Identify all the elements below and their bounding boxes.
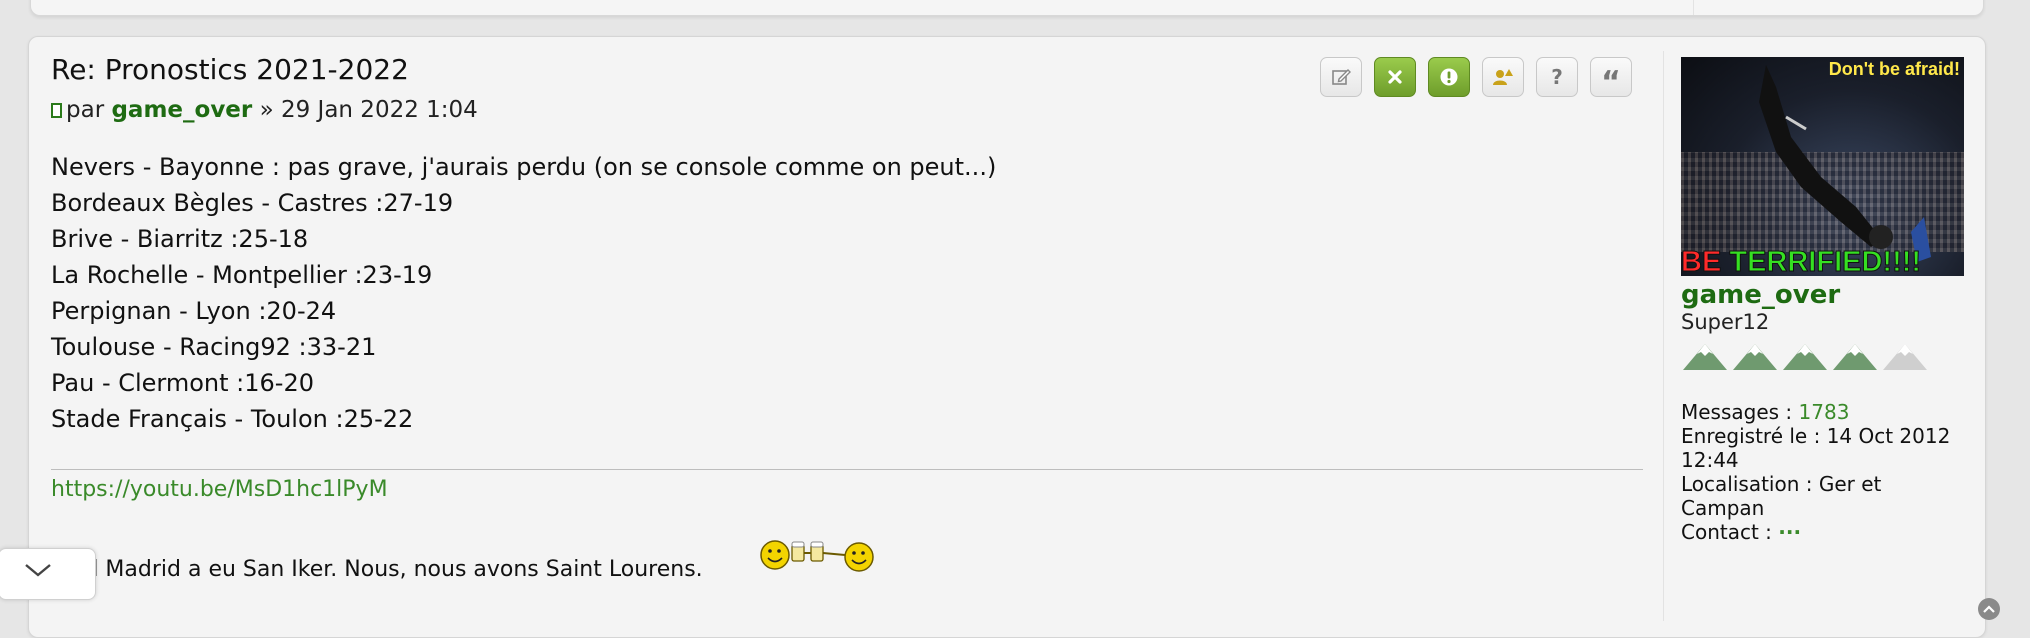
post-actions: ? “: [1320, 57, 1632, 100]
content-line: Bordeaux Bègles - Castres :27-19: [51, 189, 454, 217]
messages-label: Messages :: [1681, 400, 1793, 424]
post-profile-divider: [1663, 51, 1664, 621]
delete-post-button[interactable]: [1374, 57, 1416, 97]
content-line: Toulouse - Racing92 :33-21: [51, 333, 377, 361]
content-line: La Rochelle - Montpellier :23-19: [51, 261, 433, 289]
rank-mountains-icon: [1681, 342, 1971, 372]
x-icon: [1388, 70, 1402, 84]
stat-location: Localisation : Ger et Campan: [1681, 472, 1971, 520]
forum-post: Re: Pronostics 2021-2022 par game_over »…: [28, 36, 2000, 638]
question-icon: ?: [1551, 65, 1563, 89]
profile-stats: Messages : 1783 Enregistré le : 14 Oct 2…: [1681, 400, 1971, 544]
quote-button[interactable]: “: [1590, 57, 1632, 100]
profile-username[interactable]: game_over: [1681, 280, 1971, 310]
pencil-icon: [1332, 69, 1351, 85]
signature-divider: [51, 469, 1643, 470]
author-profile: Don't be afraid! BE TERRIFIED!!!! game_o…: [1681, 57, 1971, 544]
post-title[interactable]: Re: Pronostics 2021-2022: [51, 53, 409, 86]
stat-messages: Messages : 1783: [1681, 400, 1971, 424]
stat-contact: Contact : ···: [1681, 520, 1971, 544]
content-line: Pau - Clermont :16-20: [51, 369, 315, 397]
content-line: Perpignan - Lyon :20-24: [51, 297, 337, 325]
previous-post-divider: [1693, 0, 1694, 15]
edit-post-button[interactable]: [1320, 57, 1362, 97]
stat-registered: Enregistré le : 14 Oct 2012 12:44: [1681, 424, 1971, 472]
exclamation-icon: [1440, 68, 1458, 86]
chevron-down-icon: [25, 564, 51, 577]
registered-label: Enregistré le :: [1681, 424, 1821, 448]
avatar-banner-red: BE: [1681, 246, 1722, 276]
signature-youtube-link[interactable]: https://youtu.be/MsD1hc1lPyM: [51, 477, 388, 502]
cheers-smileys-icon: [760, 540, 874, 572]
post-byline: par game_over » 29 Jan 2022 1:04: [51, 97, 478, 123]
user-avatar[interactable]: Don't be afraid! BE TERRIFIED!!!!: [1681, 57, 1964, 276]
report-post-button[interactable]: [1428, 57, 1470, 97]
avatar-caption: Don't be afraid!: [1828, 59, 1960, 79]
avatar-banner: BE TERRIFIED!!!!: [1681, 246, 1922, 276]
content-line: Brive - Biarritz :25-18: [51, 225, 309, 253]
contact-menu-button[interactable]: ···: [1778, 520, 1801, 544]
post-author-link[interactable]: game_over: [111, 97, 252, 123]
content-line: Nevers - Bayonne : pas grave, j'aurais p…: [51, 153, 997, 181]
contact-label: Contact :: [1681, 520, 1772, 544]
location-label: Localisation :: [1681, 472, 1813, 496]
post-datetime: 29 Jan 2022 1:04: [280, 97, 478, 123]
warn-user-button[interactable]: [1482, 57, 1524, 97]
collapse-toggle-button[interactable]: [0, 548, 96, 600]
byline-separator: »: [259, 97, 274, 123]
avatar-wrestler-figure: [1759, 65, 1931, 262]
content-line: Stade Français - Toulon :25-22: [51, 405, 414, 433]
user-warning-icon: [1493, 69, 1513, 85]
information-button[interactable]: ?: [1536, 57, 1578, 97]
byline-by-word: par: [66, 97, 105, 123]
post-content: Nevers - Bayonne : pas grave, j'aurais p…: [51, 149, 996, 437]
previous-post-panel: [30, 0, 1984, 16]
chevron-up-icon: [1983, 605, 1995, 613]
post-document-icon[interactable]: [51, 103, 62, 118]
quote-icon: “: [1601, 65, 1621, 100]
avatar-banner-green: TERRIFIED!!!!: [1721, 246, 1922, 276]
messages-count-link[interactable]: 1783: [1799, 400, 1850, 424]
signature-quote: Real Madrid a eu San Iker. Nous, nous av…: [51, 557, 703, 582]
profile-rank: Super12: [1681, 310, 1770, 334]
back-to-top-button[interactable]: [1978, 598, 2000, 620]
